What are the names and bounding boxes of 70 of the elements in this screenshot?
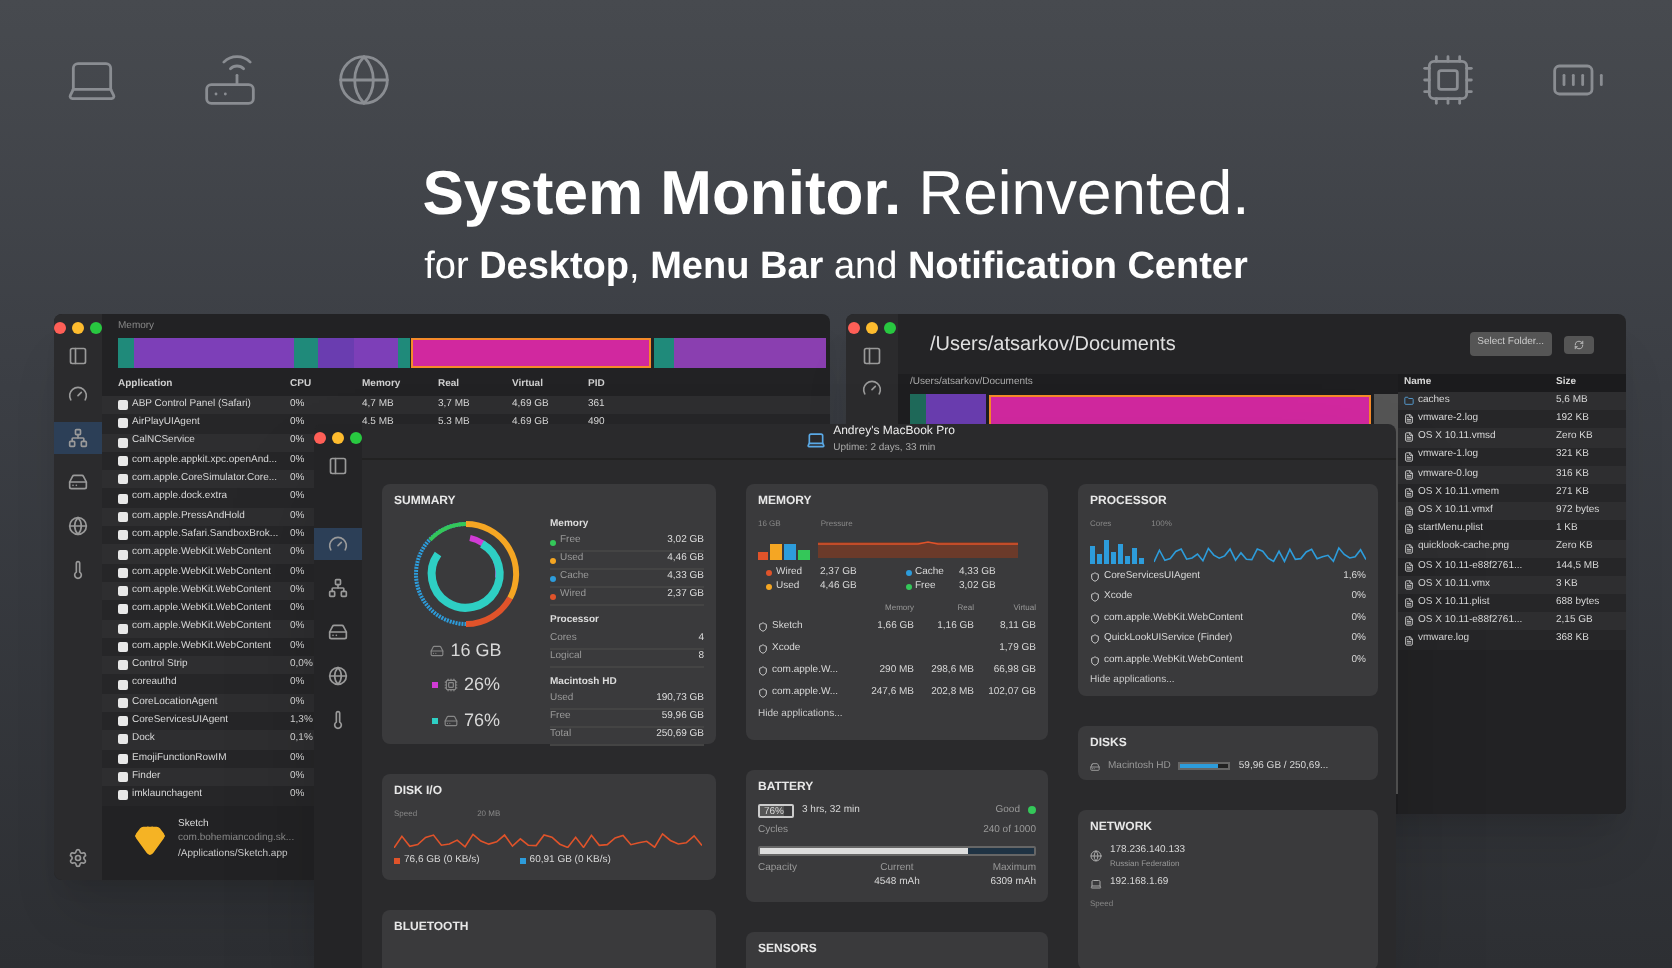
app-icon [1090,634,1100,645]
core-bars-chart [1090,535,1146,563]
memory-bars-drawing [758,539,810,559]
laptop-icon [805,430,826,451]
chip-icon [1420,52,1476,108]
headline: System Monitor. Reinvented. [422,156,1250,232]
drive-icon [1090,761,1100,772]
minimize-button[interactable] [866,322,878,334]
file-icon [1404,524,1414,535]
sidebar-item[interactable] [314,528,362,560]
file-icon [1404,506,1414,517]
network-icon [68,428,88,448]
file-icon [1404,432,1414,443]
file-icon [1404,543,1414,554]
drive-icon [443,713,458,728]
app-icon [1090,655,1100,666]
app-icon [758,666,768,676]
globe-icon [68,516,88,536]
thermometer-icon [328,710,348,730]
diamond-icon [134,823,166,856]
file-icon [1404,635,1414,646]
gauge-icon [328,534,348,554]
app-icon [758,688,768,698]
file-icon [1404,579,1414,590]
zoom-button[interactable] [90,322,102,334]
laptop-icon [1090,877,1102,890]
network-icon [328,578,348,598]
folder-icon [1404,396,1414,407]
disk-percent: 76% [463,707,500,733]
drive-icon [328,622,348,642]
memory-ring-drawing [410,517,522,629]
close-button[interactable] [54,322,66,334]
minimize-button[interactable] [72,322,84,334]
app-icon [758,622,768,632]
zoom-button[interactable] [884,322,896,334]
app-icon [758,644,768,654]
refresh-button[interactable] [1564,335,1594,353]
app-icon [1090,571,1100,582]
router-icon [200,52,260,108]
subtitle: for Desktop, Menu Bar and Notification Center [424,244,1248,292]
globe-icon [336,52,392,108]
file-icon [1404,561,1414,572]
file-icon [1404,598,1414,609]
zoom-button[interactable] [350,432,362,444]
file-icon [1404,451,1414,462]
gauge-icon [68,384,88,404]
gauge-icon [862,378,882,398]
sidebar-item[interactable] [54,422,102,454]
minimize-button[interactable] [332,432,344,444]
total-memory: 16 GB [450,637,502,663]
usage-percent: 26% [463,672,500,698]
drive-icon [68,472,88,492]
settings-icon [68,848,88,868]
app-icon [1090,613,1100,624]
close-button[interactable] [848,322,860,334]
thermometer-icon [68,560,88,580]
file-icon [1404,469,1414,480]
sidebar-toggle-icon [68,346,88,366]
globe-icon [1090,850,1102,863]
file-icon [1404,616,1414,627]
window-title: /Users/atsarkov/Documents [930,331,1176,359]
globe-icon [328,666,348,686]
app-icon [1090,592,1100,603]
chip-icon [443,678,458,693]
close-button[interactable] [314,432,326,444]
file-icon [1404,488,1414,499]
file-icon [1404,414,1414,425]
refresh-icon [1574,339,1584,349]
sidebar-toggle-icon [862,346,882,366]
sidebar-toggle-icon [328,456,348,476]
